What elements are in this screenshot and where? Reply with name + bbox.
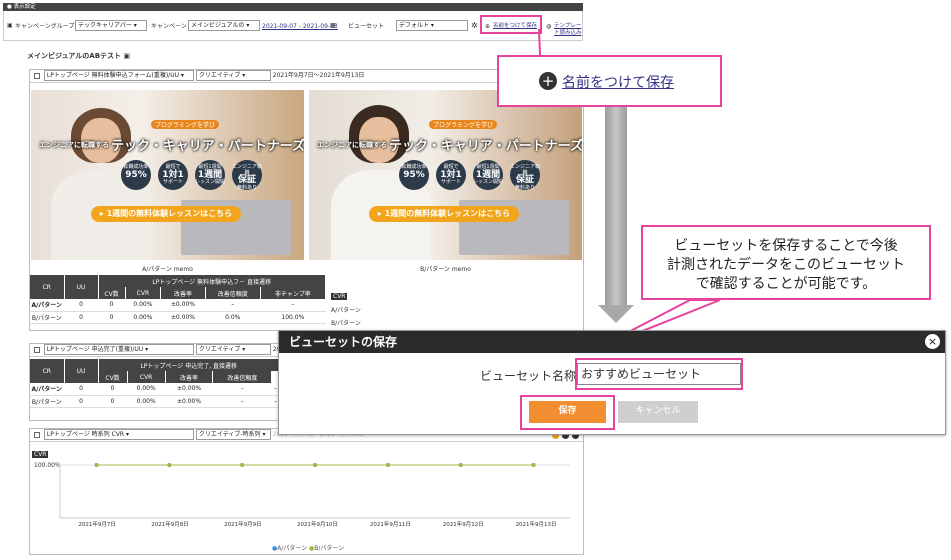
view-set-select[interactable]: デフォルト ▾ <box>396 20 468 31</box>
panel3-metric-select[interactable]: LPトップページ 時系列 CVR ▾ <box>43 429 194 440</box>
callout-save-label: 名前をつけて保存 <box>562 75 674 91</box>
settings-row: ▣ キャンペーングループ テックキャリアパー ▾ キャンペーン メインビジュアル… <box>3 11 583 41</box>
creative-cta-b: ▸ 1週間の無料体験レッスンはこちら <box>369 206 519 222</box>
campaign-group-select[interactable]: テックキャリアパー ▾ <box>75 20 147 31</box>
x-tick-label: 2021年9月8日 <box>151 520 189 528</box>
panel1-type-select[interactable]: クリエイティブ ▾ <box>195 70 271 81</box>
campaign-select[interactable]: メインビジュアルの ▾ <box>188 20 260 31</box>
panel3-type-select[interactable]: クリエイティブ-時系列 ▾ <box>195 429 271 440</box>
creative-headline-a: テック・キャリア・パートナーズ <box>111 139 304 154</box>
data-point <box>385 463 390 467</box>
timeseries-chart: 100.00% 2021年9月7日 2021年9月8日 2021年9月9日 2021年… <box>34 462 570 528</box>
settings-header: ● 表示設定 <box>3 3 583 11</box>
viewset-name-label: ビューセット名称 <box>480 369 577 383</box>
creative-cta-a: ▸ 1週間の無料体験レッスンはこちら <box>91 206 241 222</box>
flow-arrow-shaft <box>605 107 627 307</box>
campaign-group-label: キャンペーングループ <box>15 23 75 30</box>
x-tick-label: 2021年9月11日 <box>370 520 411 528</box>
data-point <box>167 463 172 467</box>
table-row: A/パターン 0 0 0.00% ±0.00% – – <box>30 299 327 312</box>
callout-save-zoom: + 名前をつけて保存 <box>497 55 722 107</box>
panel1-cvr-tag: CVR <box>331 293 348 301</box>
table-row: B/パターン 0 0 0.00% ±0.00% – – <box>30 395 280 408</box>
view-set-label: ビューセット <box>348 23 385 30</box>
panel1-date: 2021年9月7日～2021年9月13日 <box>272 72 365 79</box>
flow-arrow-head <box>598 305 634 323</box>
page-title: メインビジュアルのABテスト ▣ <box>27 52 131 60</box>
table-row: A/パターン 0 0 0.00% ±0.00% – – <box>30 383 280 396</box>
creative-caption-a: A/パターン memo <box>142 266 193 273</box>
creative-image-b[interactable]: プログラミングを学び エンジニアに転職する テック・キャリア・パートナーズ 転職… <box>309 90 582 260</box>
panel1-checkbox[interactable] <box>34 72 40 79</box>
creative-headline-b: テック・キャリア・パートナーズ <box>389 139 582 154</box>
dialog-title: ビューセットの保存 <box>279 331 945 353</box>
memo-icon[interactable]: ▣ <box>124 52 131 60</box>
campaign-label: キャンペーン <box>151 23 187 30</box>
plus-circle-icon: ⊕ <box>485 23 491 30</box>
x-tick-label: 2021年9月9日 <box>224 520 262 528</box>
panel1-metric-select[interactable]: LPトップページ 無料体験申込フォーム(重複)/UU ▾ <box>43 70 194 81</box>
data-point <box>240 463 245 467</box>
panel3-checkbox[interactable] <box>34 431 40 438</box>
close-icon[interactable]: × <box>925 334 940 349</box>
panel1-legend-a: A/パターン <box>331 307 361 314</box>
panel2-type-select[interactable]: クリエイティブ ▾ <box>195 344 271 355</box>
data-point <box>94 463 99 467</box>
panel2-checkbox[interactable] <box>34 346 40 353</box>
x-tick-label: 2021年9月7日 <box>78 520 116 528</box>
cancel-button[interactable]: キャンセル <box>618 401 698 423</box>
y-tick-label: 100.00% <box>34 462 61 469</box>
x-tick-label: 2021年9月10日 <box>297 520 338 528</box>
panel2-results-table: CR UU LPトップページ 申込完了, 直接遷移 CV数 CVR 改善率 改善信頼度 A… <box>30 359 280 408</box>
data-point <box>313 463 317 467</box>
table-row: B/パターン 0 0 0.00% ±0.00% 0.0% 100.0% <box>30 311 327 324</box>
save-button[interactable]: 保存 <box>529 401 606 423</box>
date-range-link[interactable]: 2021-09-07 - 2021-09-13 <box>262 23 338 30</box>
save-viewset-dialog: ビューセットの保存 × ビューセット名称 おすすめビューセット 保存 キャンセル <box>278 330 946 435</box>
save-named-link[interactable]: 名前をつけて保存 <box>493 23 537 30</box>
template-icon: ◍ <box>546 23 552 30</box>
plus-circle-icon: + <box>539 72 557 90</box>
data-point <box>531 463 536 467</box>
panel3-legend: ●A/パターン ●B/パターン <box>272 545 345 552</box>
load-template-link[interactable]: テンプレート読み込み <box>554 23 582 36</box>
x-tick-label: 2021年9月12日 <box>443 520 484 528</box>
settings-icon: ● <box>7 4 12 10</box>
creative-image-a[interactable]: プログラミングを学び エンジニアに転職する テック・キャリア・パートナーズ 転職… <box>31 90 304 260</box>
viewset-name-input[interactable]: おすすめビューセット <box>577 363 741 385</box>
data-point <box>458 463 463 467</box>
callout-explanation: ビューセットを保存することで今後 計測されたデータをこのビューセット で確認する… <box>641 225 931 300</box>
panel1-legend-b: B/パターン <box>331 320 361 327</box>
folder-icon: ▣ <box>7 22 13 29</box>
panel1-results-table: CR UU LPトップページ 無料体験申込フ－ 直接遷移 CV数 CVR 改善率 改善信頼… <box>30 275 327 324</box>
panel2-metric-select[interactable]: LPトップページ 申込完了(重複)/UU ▾ <box>43 344 194 355</box>
x-tick-label: 2021年9月13日 <box>516 520 557 528</box>
gear-icon[interactable]: ✲ <box>471 21 478 31</box>
creative-caption-b: B/パターン memo <box>420 266 471 273</box>
calendar-icon[interactable]: ▦ <box>330 22 336 29</box>
